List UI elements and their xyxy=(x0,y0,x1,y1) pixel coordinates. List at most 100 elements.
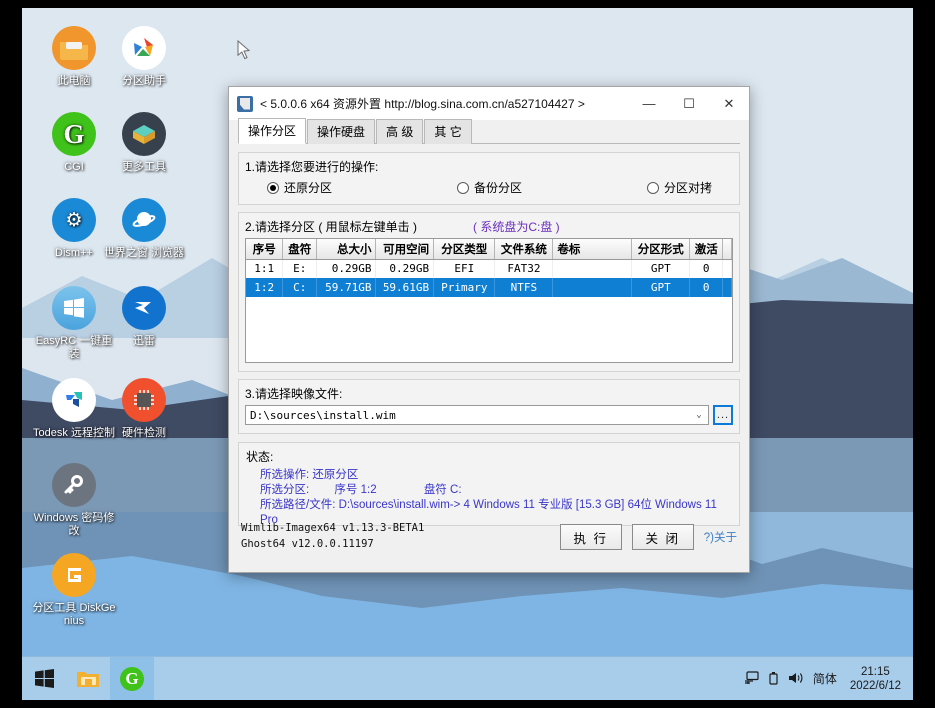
icon-label: 分区工具 DiskGenius xyxy=(32,602,116,628)
clock-time: 21:15 xyxy=(850,665,901,679)
ime-indicator[interactable]: 简体 xyxy=(813,670,837,687)
cell-index: 1:2 xyxy=(246,278,283,297)
table-row[interactable]: 1:2 C: 59.71GB 59.61GB Primary NTFS GPT … xyxy=(246,278,732,297)
column-header-total-size[interactable]: 总大小 xyxy=(317,239,376,259)
cell-partition-type: EFI xyxy=(434,259,495,278)
title-bar[interactable]: < 5.0.0.6 x64 资源外置 http://blog.sina.com.… xyxy=(229,87,749,120)
cell-filesystem: FAT32 xyxy=(495,259,553,278)
more-tools-box-icon xyxy=(122,112,166,156)
start-button[interactable] xyxy=(22,657,66,701)
network-icon[interactable] xyxy=(744,671,759,687)
status-drive-value: C: xyxy=(450,484,462,496)
desktop-icon-password-reset[interactable]: Windows 密码修改 xyxy=(32,463,116,538)
window-controls: — ☐ ✕ xyxy=(629,87,749,120)
operation-radio-group: 还原分区 备份分区 分区对拷 xyxy=(239,178,739,204)
cgi-backup-restore-dialog: < 5.0.0.6 x64 资源外置 http://blog.sina.com.… xyxy=(228,86,750,573)
system-tray: 简体 21:15 2022/6/12 xyxy=(744,665,913,693)
status-operation-value: 还原分区 xyxy=(312,469,358,481)
version-info: Wimlib-Imagex64 v1.13.3-BETA1 Ghost64 v1… xyxy=(241,520,424,552)
computer-folder-icon xyxy=(52,26,96,70)
maximize-button[interactable]: ☐ xyxy=(669,87,709,120)
step1-title: 1.请选择您要进行的操作: xyxy=(239,153,739,178)
partition-assistant-icon xyxy=(122,26,166,70)
browse-button[interactable]: ... xyxy=(713,405,733,425)
radio-clone-partition[interactable]: 分区对拷 xyxy=(647,179,712,196)
cell-active: 0 xyxy=(690,259,723,278)
desktop-icon-more-tools[interactable]: 更多工具 xyxy=(102,112,186,174)
version-wimlib: Wimlib-Imagex64 v1.13.3-BETA1 xyxy=(241,520,424,536)
radio-label: 备份分区 xyxy=(474,179,522,196)
cell-partition-type: Primary xyxy=(434,278,495,297)
taskbar-clock[interactable]: 21:15 2022/6/12 xyxy=(850,665,901,693)
radio-restore-partition[interactable]: 还原分区 xyxy=(267,179,457,196)
taskbar-file-explorer[interactable] xyxy=(66,657,110,701)
radio-label: 还原分区 xyxy=(284,179,332,196)
icon-label: 世界之窗 浏览器 xyxy=(102,247,186,260)
tab-advanced[interactable]: 高 级 xyxy=(376,119,423,144)
step2-title: 2.请选择分区 ( 用鼠标左键单击 ) xyxy=(239,213,417,238)
cell-total-size: 0.29GB xyxy=(317,259,376,278)
desktop-icon-hardware-detect[interactable]: 硬件检测 xyxy=(102,378,186,440)
table-row[interactable]: 1:1 E: 0.29GB 0.29GB EFI FAT32 GPT 0 xyxy=(246,259,732,278)
cell-free-space: 59.61GB xyxy=(376,278,434,297)
column-header-partition-style[interactable]: 分区形式 xyxy=(632,239,690,259)
usb-device-icon[interactable] xyxy=(768,671,779,687)
version-ghost64: Ghost64 v12.0.0.11197 xyxy=(241,536,424,552)
status-path-label: 所选路径/文件: xyxy=(260,499,335,511)
icon-label: 分区助手 xyxy=(102,75,186,88)
cell-volume-label xyxy=(553,259,632,278)
about-link[interactable]: ?)关于 xyxy=(704,529,737,545)
diskgenius-icon xyxy=(52,553,96,597)
icon-label: Windows 密码修改 xyxy=(32,512,116,538)
volume-icon[interactable] xyxy=(788,671,804,687)
taskbar-cgi[interactable]: G xyxy=(110,657,154,701)
desktop-icon-partition-assistant[interactable]: 分区助手 xyxy=(102,26,186,88)
radio-backup-partition[interactable]: 备份分区 xyxy=(457,179,647,196)
cell-total-size: 59.71GB xyxy=(317,278,376,297)
status-index-label: 序号 xyxy=(334,484,357,496)
hardware-detect-chip-icon xyxy=(122,378,166,422)
close-dialog-button[interactable]: 关 闭 xyxy=(632,524,694,550)
column-header-index[interactable]: 序号 xyxy=(246,239,283,259)
column-header-partition-type[interactable]: 分区类型 xyxy=(434,239,495,259)
desktop-icon-theworld-browser[interactable]: 世界之窗 浏览器 xyxy=(102,198,186,260)
password-key-icon xyxy=(52,463,96,507)
table-header-row: 序号 盘符 总大小 可用空间 分区类型 文件系统 卷标 分区形式 激活 xyxy=(246,239,732,259)
image-file-combo[interactable]: D:\sources\install.wim ⌄ xyxy=(245,405,709,425)
minimize-button[interactable]: — xyxy=(629,87,669,120)
dialog-footer: Wimlib-Imagex64 v1.13.3-BETA1 Ghost64 v1… xyxy=(229,514,749,572)
radio-dot-icon xyxy=(647,182,659,194)
column-header-drive[interactable]: 盘符 xyxy=(283,239,317,259)
easyrc-windows-icon xyxy=(52,286,96,330)
close-button[interactable]: ✕ xyxy=(709,87,749,120)
taskbar: G 简体 21:15 2022/6/12 xyxy=(22,656,913,700)
desktop-icon-grid: 此电脑 分区助手 G CGI 更多工具 ⚙ Dism++ 世界之窗 浏览器 xyxy=(22,8,202,648)
column-header-active[interactable]: 激活 xyxy=(690,239,723,259)
tab-partition-ops[interactable]: 操作分区 xyxy=(238,118,306,144)
status-heading: 状态: xyxy=(246,448,732,465)
cell-filesystem: NTFS xyxy=(495,278,553,297)
theworld-browser-icon xyxy=(122,198,166,242)
image-file-group: 3.请选择映像文件: D:\sources\install.wim ⌄ ... xyxy=(238,379,740,434)
cell-partition-style: GPT xyxy=(632,259,690,278)
desktop-icon-diskgenius[interactable]: 分区工具 DiskGenius xyxy=(32,553,116,628)
cgi-icon: G xyxy=(52,112,96,156)
status-operation-label: 所选操作: xyxy=(260,469,309,481)
status-operation-line: 所选操作: 还原分区 xyxy=(246,468,732,483)
column-header-volume-label[interactable]: 卷标 xyxy=(553,239,632,259)
tab-other[interactable]: 其 它 xyxy=(424,119,471,144)
partition-table[interactable]: 序号 盘符 总大小 可用空间 分区类型 文件系统 卷标 分区形式 激活 xyxy=(245,238,733,363)
cell-index: 1:1 xyxy=(246,259,283,278)
status-index-value: 1:2 xyxy=(361,484,377,496)
partition-group: 2.请选择分区 ( 用鼠标左键单击 ) ( 系统盘为C:盘 ) 序号 盘符 总大… xyxy=(238,212,740,372)
radio-dot-icon xyxy=(457,182,469,194)
execute-button[interactable]: 执 行 xyxy=(560,524,622,550)
desktop-icon-xunlei[interactable]: 迅雷 xyxy=(102,286,186,348)
cell-filler xyxy=(723,259,732,278)
chevron-down-icon[interactable]: ⌄ xyxy=(690,410,708,420)
tab-disk-ops[interactable]: 操作硬盘 xyxy=(307,119,375,144)
column-header-filesystem[interactable]: 文件系统 xyxy=(495,239,553,259)
column-header-free-space[interactable]: 可用空间 xyxy=(376,239,434,259)
operation-group: 1.请选择您要进行的操作: 还原分区 备份分区 分区对拷 xyxy=(238,152,740,205)
status-partition-line: 所选分区: 序号 1:2 盘符 C: xyxy=(246,483,732,498)
